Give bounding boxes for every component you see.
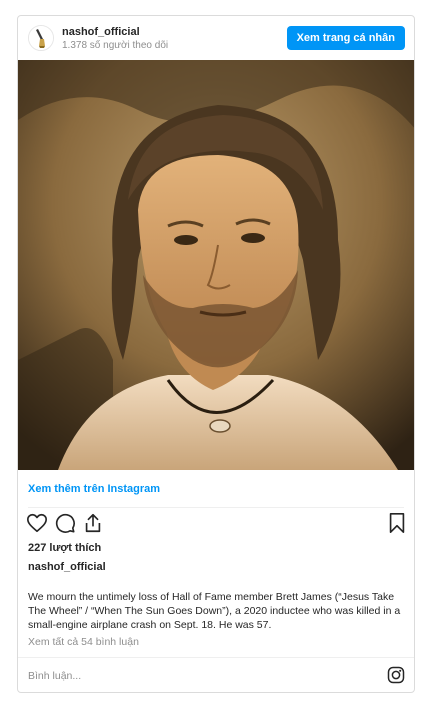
view-more-on-instagram-link[interactable]: Xem thêm trên Instagram <box>28 483 160 495</box>
action-bar <box>26 512 408 536</box>
view-profile-button[interactable]: Xem trang cá nhân <box>286 26 405 50</box>
comment-icon[interactable] <box>54 512 76 534</box>
bookmark-icon[interactable] <box>386 512 408 534</box>
share-icon[interactable] <box>82 512 104 534</box>
post-photo[interactable] <box>18 60 414 470</box>
follower-count: 1.378 số người theo dõi <box>62 40 169 51</box>
avatar[interactable] <box>28 25 54 51</box>
profile-username[interactable]: nashof_official <box>62 26 140 38</box>
post-header: nashof_official 1.378 số người theo dõi … <box>18 16 414 61</box>
comment-input[interactable] <box>28 666 368 686</box>
view-all-comments-link[interactable]: Xem tất cả 54 bình luận <box>28 636 139 648</box>
instagram-icon[interactable] <box>387 666 405 684</box>
instagram-embed-card: nashof_official 1.378 số người theo dõi … <box>17 15 415 693</box>
heart-icon[interactable] <box>26 512 48 534</box>
divider <box>18 657 414 658</box>
divider <box>28 507 404 508</box>
like-count[interactable]: 227 lượt thích <box>28 542 101 554</box>
caption-username[interactable]: nashof_official <box>28 561 106 573</box>
post-caption: We mourn the untimely loss of Hall of Fa… <box>28 591 401 631</box>
